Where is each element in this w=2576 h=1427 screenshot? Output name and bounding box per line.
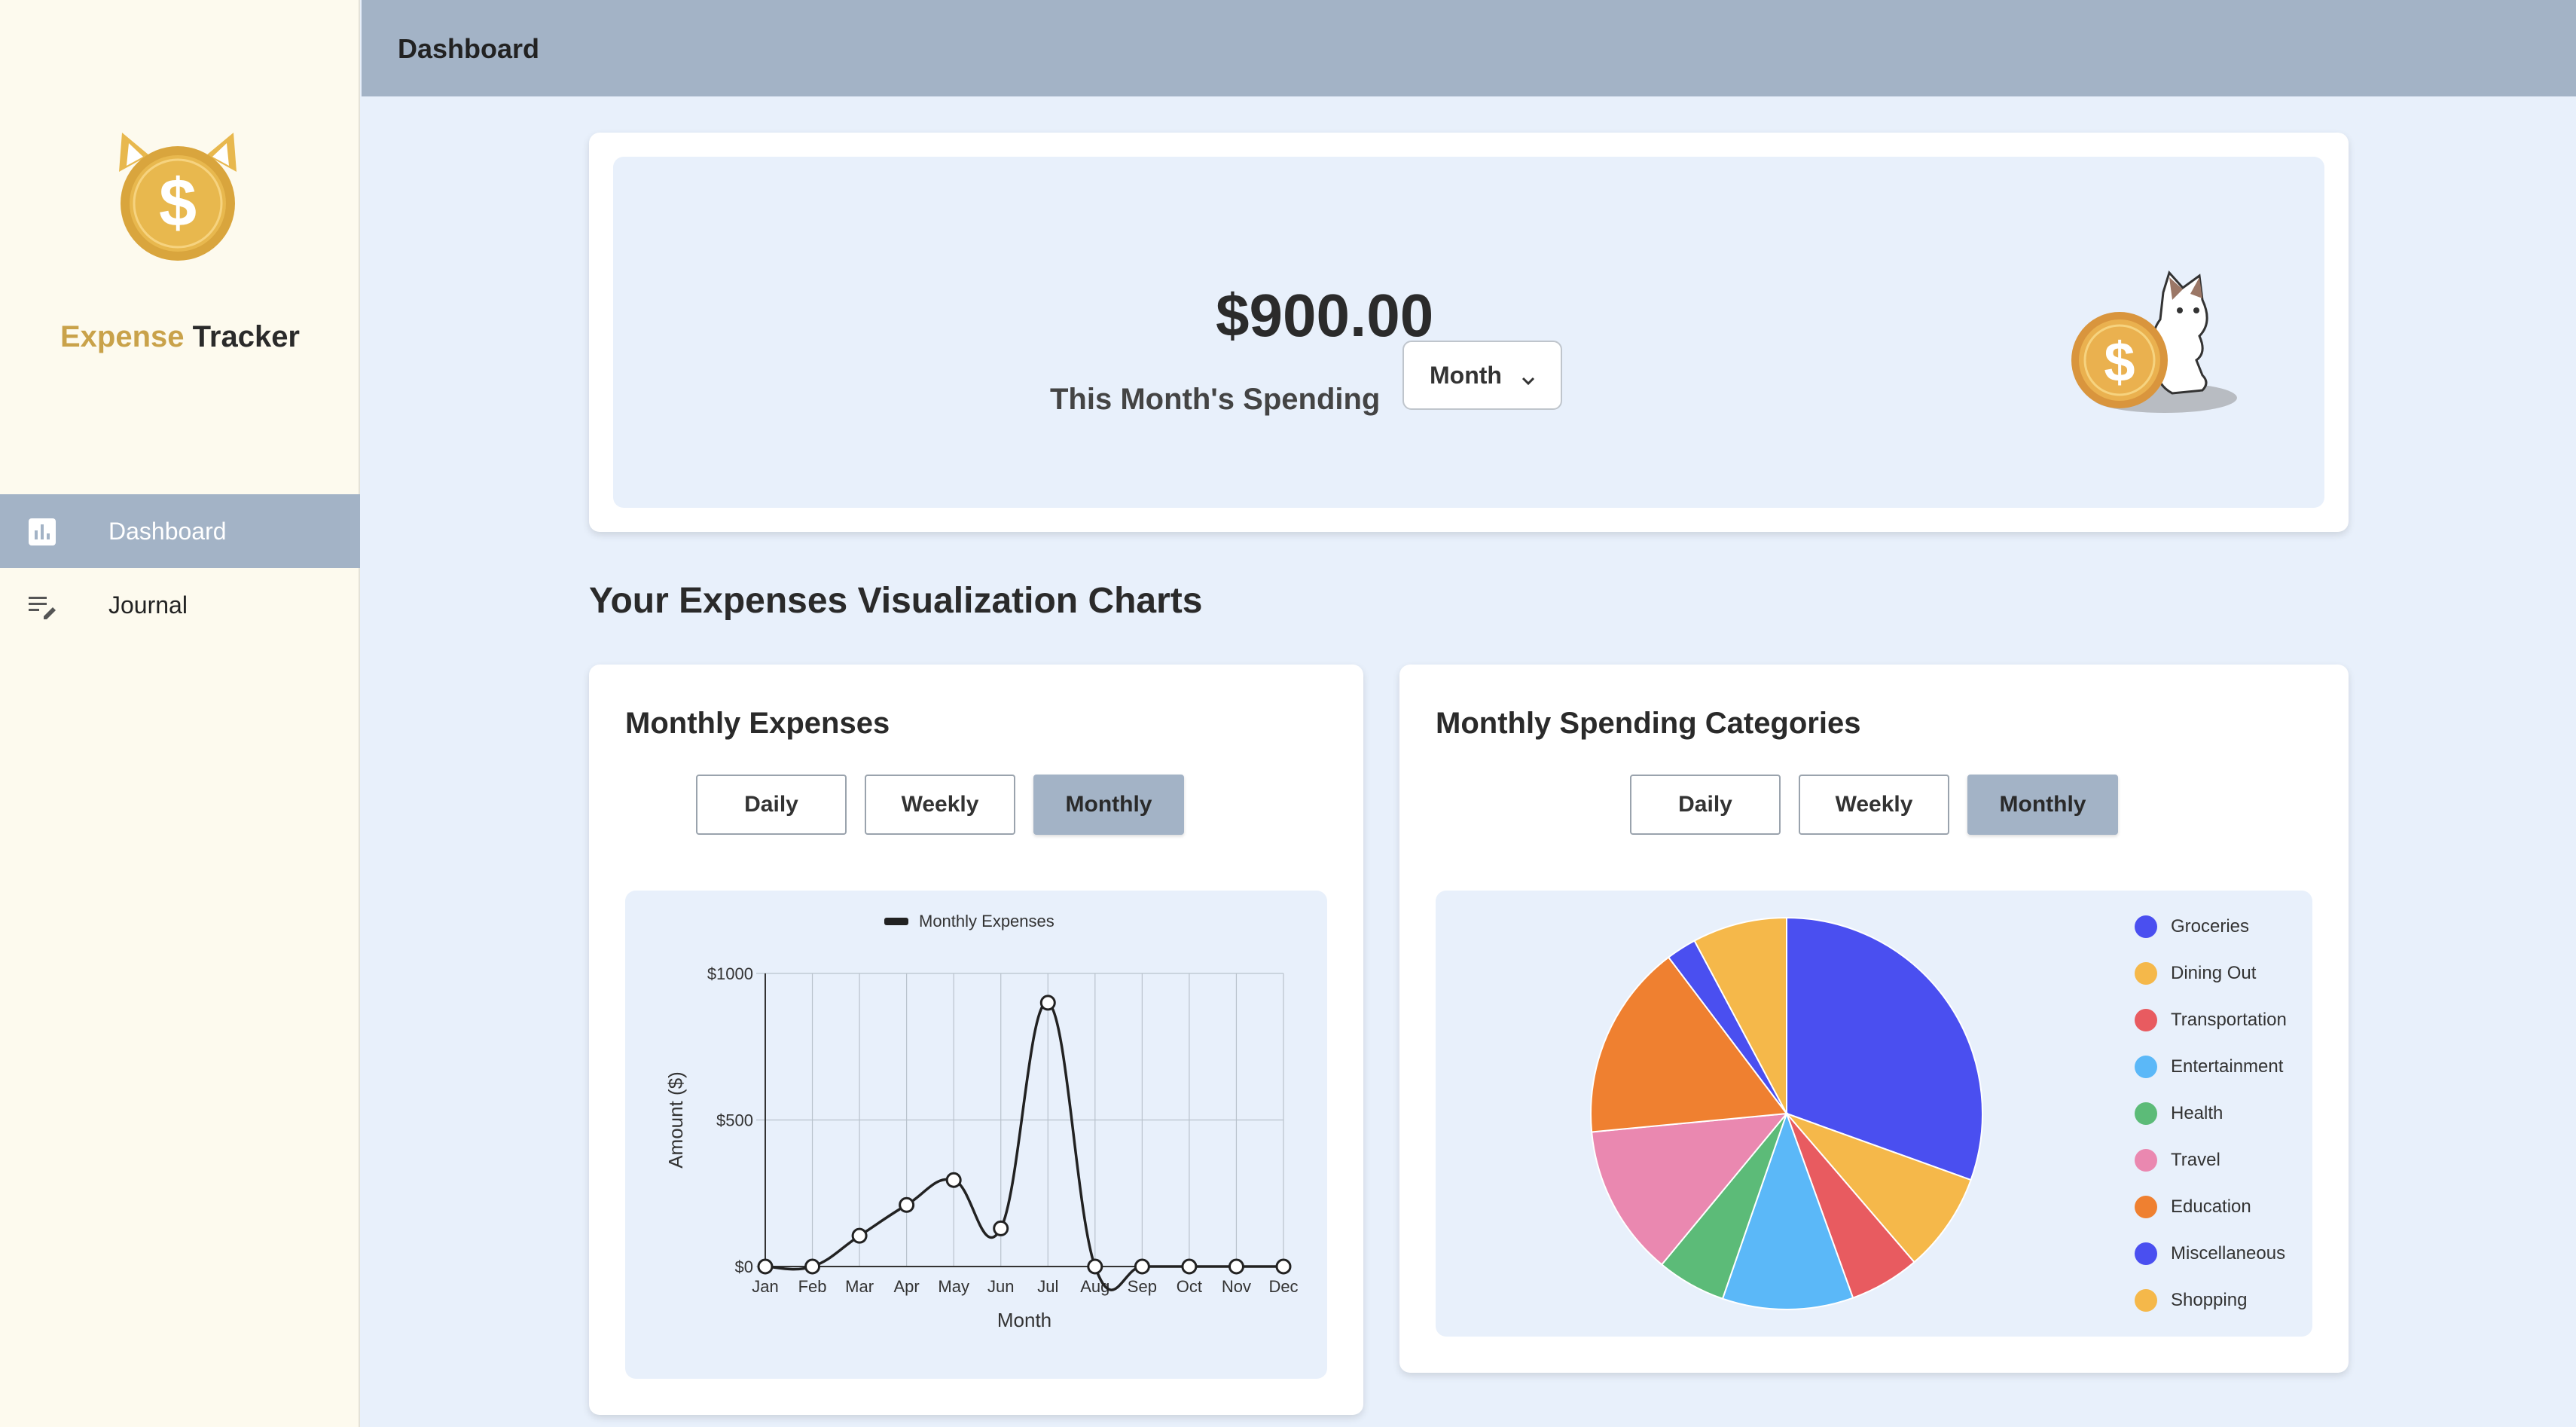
legend-item[interactable]: Education xyxy=(2135,1192,2251,1222)
data-point xyxy=(899,1196,915,1213)
x-tick-label: Jul xyxy=(1037,1277,1058,1296)
monthly-button[interactable]: Monthly xyxy=(1033,775,1184,835)
card-title: Monthly Expenses xyxy=(625,707,890,740)
legend-item[interactable]: Groceries xyxy=(2135,912,2249,942)
page-title: Dashboard xyxy=(398,33,540,64)
x-tick-label: Mar xyxy=(845,1277,874,1296)
weekly-button[interactable]: Weekly xyxy=(865,775,1015,835)
spending-label: This Month's Spending xyxy=(1050,383,1381,416)
legend-label: Monthly Expenses xyxy=(919,912,1055,930)
legend-label: Transportation xyxy=(2171,1010,2287,1030)
legend-swatch xyxy=(2135,1056,2157,1078)
legend-swatch xyxy=(2135,1009,2157,1031)
y-tick-label: $500 xyxy=(716,1111,753,1130)
daily-button[interactable]: Daily xyxy=(1630,775,1781,835)
data-point xyxy=(804,1258,821,1275)
charts-section-title: Your Expenses Visualization Charts xyxy=(589,581,1203,621)
y-tick-label: $1000 xyxy=(707,964,753,983)
legend-label: Health xyxy=(2171,1103,2223,1123)
legend-swatch xyxy=(2135,1289,2157,1312)
x-axis-title: Month xyxy=(997,1309,1051,1331)
spending-categories-card: Monthly Spending Categories Daily Weekly… xyxy=(1399,665,2349,1373)
legend-item[interactable]: Travel xyxy=(2135,1145,2220,1175)
x-tick-label: Nov xyxy=(1222,1277,1251,1296)
line-chart-area: Monthly Expenses Jan Feb Mar Apr May Jun Jul Aug… xyxy=(625,891,1327,1379)
data-point xyxy=(1039,995,1056,1011)
daily-button[interactable]: Daily xyxy=(696,775,847,835)
x-tick-label: May xyxy=(938,1277,969,1296)
legend-swatch xyxy=(2135,1102,2157,1125)
weekly-button[interactable]: Weekly xyxy=(1799,775,1949,835)
top-bar: Dashboard xyxy=(362,0,2576,96)
legend-item[interactable]: Entertainment xyxy=(2135,1052,2283,1082)
legend-label: Miscellaneous xyxy=(2171,1243,2286,1264)
data-point xyxy=(1228,1258,1244,1275)
pie-chart-area: Groceries Dining Out Transportation Enterta… xyxy=(1436,891,2312,1337)
sidebar-item-dashboard[interactable]: Dashboard xyxy=(0,494,360,568)
bar-chart-icon xyxy=(27,517,57,547)
data-point xyxy=(851,1227,868,1244)
brand-accent: Expense xyxy=(60,320,185,353)
x-tick-label: Apr xyxy=(894,1277,920,1296)
legend-swatch xyxy=(2135,962,2157,985)
spending-summary-card: $900.00 This Month's Spending Month $ xyxy=(589,133,2349,532)
monthly-expenses-card: Monthly Expenses Daily Weekly Monthly Mo… xyxy=(589,665,1363,1415)
spending-summary-panel: $900.00 This Month's Spending Month $ xyxy=(613,157,2324,508)
legend-swatch xyxy=(884,918,908,925)
y-axis-title: Amount ($) xyxy=(664,1071,687,1169)
legend-label: Shopping xyxy=(2171,1290,2248,1310)
spending-amount: $900.00 xyxy=(1216,282,1434,349)
sidebar-item-journal[interactable]: Journal xyxy=(0,568,360,642)
data-point xyxy=(757,1258,774,1275)
brand-rest: Tracker xyxy=(192,320,300,353)
x-tick-label: Oct xyxy=(1177,1277,1202,1296)
legend-item[interactable]: Dining Out xyxy=(2135,958,2256,989)
x-tick-label: Dec xyxy=(1268,1277,1298,1296)
legend-label: Groceries xyxy=(2171,916,2250,937)
legend-label: Entertainment xyxy=(2171,1056,2284,1077)
cat-coin-mascot-icon: $ xyxy=(2059,247,2255,428)
series-line-monthly-expenses xyxy=(765,1001,1283,1291)
legend-item[interactable]: Health xyxy=(2135,1099,2223,1129)
svg-text:$: $ xyxy=(2104,331,2135,393)
svg-text:$: $ xyxy=(159,166,197,241)
sidebar: $ Expense Tracker Dashboard Journal xyxy=(0,0,360,1427)
legend-item[interactable]: Shopping xyxy=(2135,1285,2247,1315)
legend-swatch xyxy=(2135,1242,2157,1265)
legend-swatch xyxy=(2135,1196,2157,1218)
data-point xyxy=(945,1172,962,1188)
app-brand: Expense Tracker xyxy=(0,320,360,354)
piggy-coin-logo-icon: $ xyxy=(113,127,243,262)
period-select-value: Month xyxy=(1430,361,1502,389)
legend-swatch xyxy=(2135,915,2157,938)
data-point xyxy=(1275,1258,1292,1275)
data-point xyxy=(1087,1258,1103,1275)
sidebar-item-label: Journal xyxy=(108,591,188,619)
sidebar-item-label: Dashboard xyxy=(108,518,227,545)
legend-label: Dining Out xyxy=(2171,963,2257,983)
data-point xyxy=(1181,1258,1198,1275)
data-point xyxy=(993,1220,1009,1236)
card-title: Monthly Spending Categories xyxy=(1436,707,1861,740)
x-tick-label: Sep xyxy=(1128,1277,1157,1296)
legend-label: Travel xyxy=(2171,1150,2220,1170)
legend-swatch xyxy=(2135,1149,2157,1172)
data-point xyxy=(1134,1258,1150,1275)
y-tick-label: $0 xyxy=(735,1257,753,1276)
legend-item[interactable]: Transportation xyxy=(2135,1005,2287,1035)
x-tick-label: Jan xyxy=(752,1277,778,1296)
period-select[interactable]: Month xyxy=(1402,341,1562,410)
legend-label: Education xyxy=(2171,1196,2251,1217)
monthly-button[interactable]: Monthly xyxy=(1967,775,2118,835)
x-tick-label: Jun xyxy=(987,1277,1014,1296)
line-chart: Monthly ExpensesJan Feb Mar Apr May Jun Jul Aug… xyxy=(664,912,1299,1331)
chevron-down-icon xyxy=(1520,368,1537,386)
legend-item[interactable]: Miscellaneous xyxy=(2135,1239,2285,1269)
x-tick-label: Feb xyxy=(798,1277,827,1296)
edit-list-icon xyxy=(27,591,57,621)
